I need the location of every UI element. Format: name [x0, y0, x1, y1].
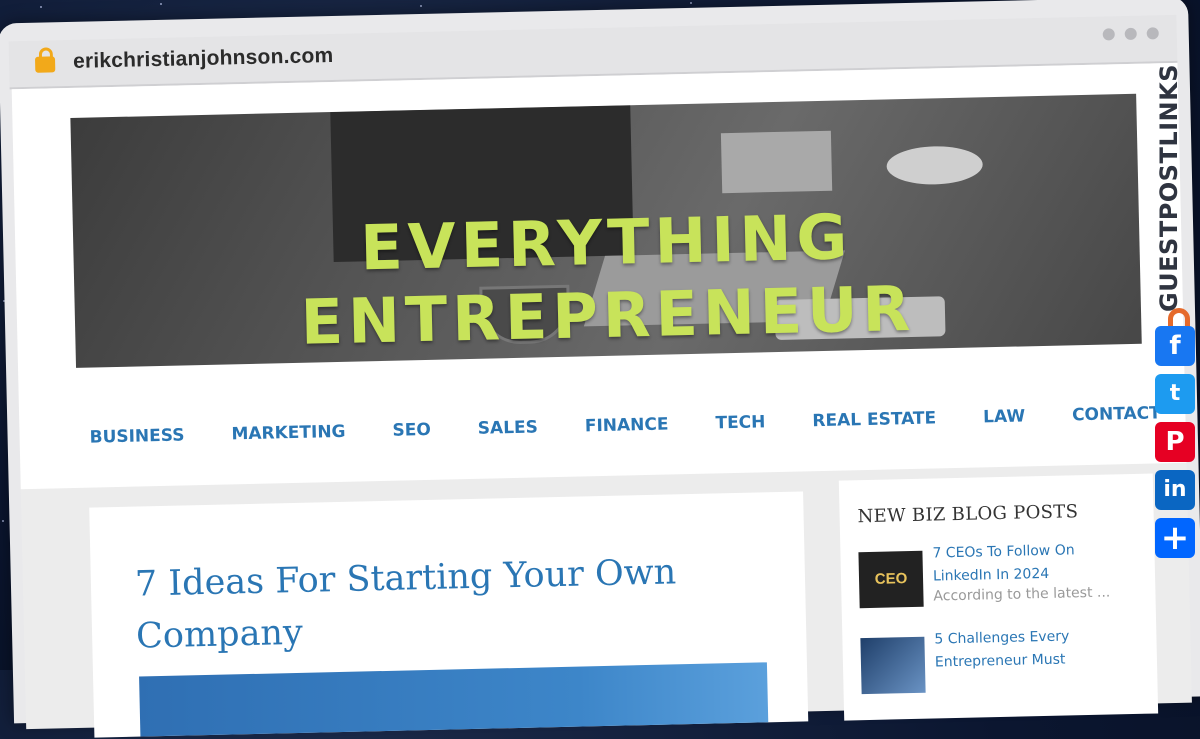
page-viewport: EVERYTHING ENTREPRENEUR BUSINESS MARKETI…	[11, 62, 1192, 738]
nav-item-finance[interactable]: FINANCE	[585, 414, 669, 436]
nav-item-law[interactable]: LAW	[983, 406, 1025, 427]
site-title[interactable]: EVERYTHING ENTREPRENEUR	[73, 194, 1142, 364]
browser-window: erikchristianjohnson.com EVERYTHING ENTR…	[0, 0, 1200, 738]
nav-item-sales[interactable]: SALES	[478, 417, 539, 438]
nav-item-real-estate[interactable]: REAL ESTATE	[812, 408, 936, 431]
sidebar-post[interactable]: CEO 7 CEOs To Follow On LinkedIn In 2024…	[858, 538, 1150, 615]
banner-trackpad	[720, 130, 833, 194]
main-nav: BUSINESS MARKETING SEO SALES FINANCE TEC…	[89, 402, 1200, 447]
url-text[interactable]: erikchristianjohnson.com	[73, 44, 334, 74]
star	[420, 5, 422, 7]
post-title[interactable]: 7 Ideas For Starting Your Own Company	[134, 546, 696, 663]
more-share-icon[interactable]: +	[1155, 518, 1195, 558]
nav-item-contact[interactable]: CONTACT	[1072, 403, 1161, 425]
post-thumbnail[interactable]: CEO	[858, 550, 924, 609]
star	[690, 2, 692, 4]
post-card: 7 Ideas For Starting Your Own Company	[89, 491, 809, 738]
sidebar-widget: NEW BIZ BLOG POSTS CEO 7 CEOs To Follow …	[838, 473, 1159, 721]
lock-icon	[34, 56, 56, 73]
twitter-share-icon[interactable]: t	[1155, 374, 1195, 414]
sidebar-post-link[interactable]: 5 Challenges Every Entrepreneur Must	[934, 624, 1135, 675]
pinterest-share-icon[interactable]: P	[1155, 422, 1195, 462]
sidebar-post-link[interactable]: 7 CEOs To Follow On LinkedIn In 2024	[932, 538, 1133, 589]
logo-text: GUESTPOSTLINKS	[1155, 63, 1183, 313]
nav-item-business[interactable]: BUSINESS	[89, 425, 184, 447]
window-dot-icon[interactable]	[1124, 27, 1137, 41]
post-featured-image[interactable]	[139, 662, 769, 737]
facebook-share-icon[interactable]: f	[1155, 326, 1195, 366]
sidebar-title: NEW BIZ BLOG POSTS	[857, 501, 1079, 528]
window-dot-icon[interactable]	[1146, 27, 1159, 40]
star	[40, 6, 42, 8]
sidebar-post-excerpt: According to the latest ...	[933, 584, 1111, 605]
site-header: EVERYTHING ENTREPRENEUR BUSINESS MARKETI…	[11, 62, 1187, 490]
star	[160, 3, 162, 5]
nav-item-tech[interactable]: TECH	[715, 412, 765, 433]
window-dot-icon[interactable]	[1102, 28, 1115, 41]
nav-item-marketing[interactable]: MARKETING	[231, 422, 345, 445]
guestpostlinks-logo: GUESTPOSTLINKS	[1155, 58, 1198, 348]
window-controls	[1102, 27, 1159, 41]
linkedin-share-icon[interactable]: in	[1155, 470, 1195, 510]
post-thumbnail[interactable]	[860, 636, 926, 695]
header-banner[interactable]: EVERYTHING ENTREPRENEUR	[70, 93, 1142, 368]
nav-item-seo[interactable]: SEO	[392, 420, 431, 441]
sidebar-post[interactable]: 5 Challenges Every Entrepreneur Must	[860, 624, 1152, 711]
star	[2, 520, 4, 522]
banner-mouse	[886, 145, 984, 186]
